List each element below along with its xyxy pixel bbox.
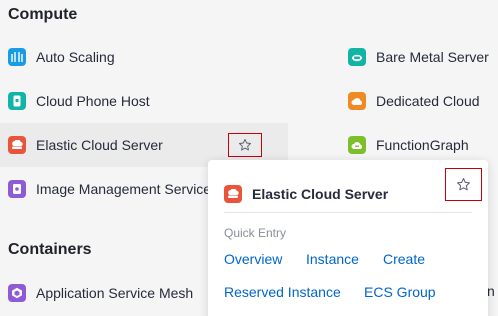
section-title-containers: Containers (8, 241, 92, 258)
image-management-service-icon (8, 180, 26, 198)
favorite-button[interactable] (228, 133, 262, 157)
quick-link-create[interactable]: Create (383, 251, 425, 267)
service-label: FunctionGraph (376, 137, 469, 153)
service-label: Elastic Cloud Server (36, 137, 163, 153)
service-auto-scaling[interactable]: Auto Scaling (0, 35, 288, 79)
dedicated-cloud-icon (348, 92, 366, 110)
service-dedicated-cloud[interactable]: Dedicated Cloud (348, 79, 498, 123)
elastic-cloud-server-icon (8, 136, 26, 154)
service-label: Application Service Mesh (36, 285, 194, 301)
popup-title: Elastic Cloud Server (252, 186, 389, 202)
elastic-cloud-server-icon (224, 185, 242, 203)
clipped-service-label: n (487, 283, 495, 299)
service-label: Auto Scaling (36, 49, 115, 65)
application-service-mesh-icon (8, 284, 26, 302)
service-quick-entry-popup: Elastic Cloud Server Quick Entry Overvie… (208, 160, 488, 316)
popup-favorite-button[interactable] (445, 168, 482, 201)
service-label: Dedicated Cloud (376, 93, 480, 109)
quick-entry-label: Quick Entry (224, 226, 287, 240)
service-label: Bare Metal Server (376, 49, 489, 65)
service-cloud-phone-host[interactable]: Cloud Phone Host (0, 79, 288, 123)
quick-link-instance[interactable]: Instance (306, 251, 359, 267)
bare-metal-server-icon (348, 48, 366, 66)
function-graph-icon (348, 136, 366, 154)
service-bare-metal-server[interactable]: Bare Metal Server (348, 35, 498, 79)
divider (224, 212, 472, 213)
section-title-compute: Compute (8, 6, 78, 23)
star-icon (457, 178, 470, 191)
auto-scaling-icon (8, 48, 26, 66)
quick-link-reserved-instance[interactable]: Reserved Instance (224, 284, 341, 300)
cloud-phone-host-icon (8, 92, 26, 110)
service-label: Cloud Phone Host (36, 93, 150, 109)
popup-header: Elastic Cloud Server (224, 176, 472, 212)
star-icon (238, 138, 252, 151)
quick-link-ecs-group[interactable]: ECS Group (364, 284, 436, 300)
service-label: Image Management Service (36, 181, 212, 197)
quick-link-overview[interactable]: Overview (224, 251, 282, 267)
